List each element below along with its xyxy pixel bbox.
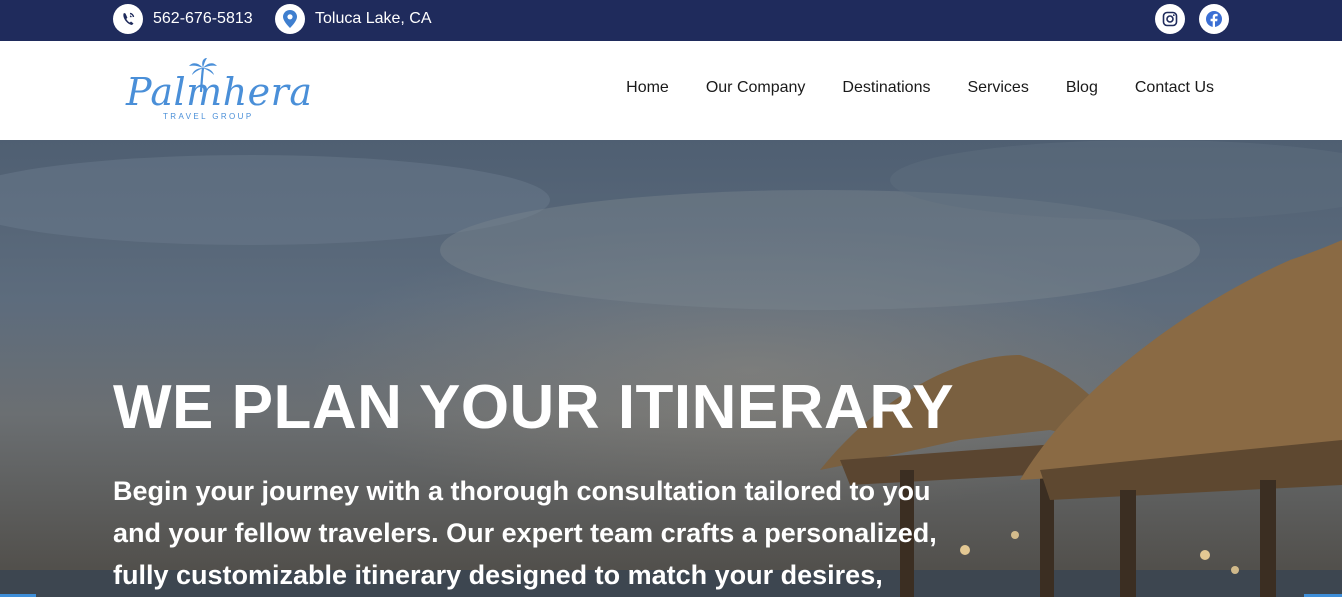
nav-home[interactable]: Home: [626, 79, 669, 97]
hero-description: Begin your journey with a thorough consu…: [113, 476, 937, 590]
phone-contact[interactable]: 562-676-5813: [113, 4, 253, 34]
location-contact[interactable]: Toluca Lake, CA: [275, 4, 432, 34]
top-bar: 562-676-5813 Toluca Lake, CA: [0, 0, 1342, 41]
nav-destinations[interactable]: Destinations: [842, 79, 930, 97]
site-header: Palmhera TRAVEL GROUP Home Our Company D…: [0, 41, 1342, 140]
main-nav: Home Our Company Destinations Services B…: [626, 79, 1214, 97]
map-pin-icon: [275, 4, 305, 34]
phone-number: 562-676-5813: [153, 10, 253, 27]
location-text: Toluca Lake, CA: [315, 10, 432, 27]
hero-section: WE PLAN YOUR ITINERARY Begin your journe…: [0, 140, 1342, 597]
nav-blog[interactable]: Blog: [1066, 79, 1098, 97]
facebook-icon[interactable]: [1199, 4, 1229, 34]
instagram-icon[interactable]: [1155, 4, 1185, 34]
nav-contact-us[interactable]: Contact Us: [1135, 79, 1214, 97]
hero-title: WE PLAN YOUR ITINERARY: [113, 373, 955, 442]
nav-our-company[interactable]: Our Company: [706, 79, 806, 97]
phone-icon: [113, 4, 143, 34]
logo-tagline: TRAVEL GROUP: [163, 112, 254, 121]
site-logo[interactable]: Palmhera TRAVEL GROUP: [126, 58, 316, 126]
nav-services[interactable]: Services: [967, 79, 1028, 97]
logo-wordmark: Palmhera: [126, 70, 313, 114]
